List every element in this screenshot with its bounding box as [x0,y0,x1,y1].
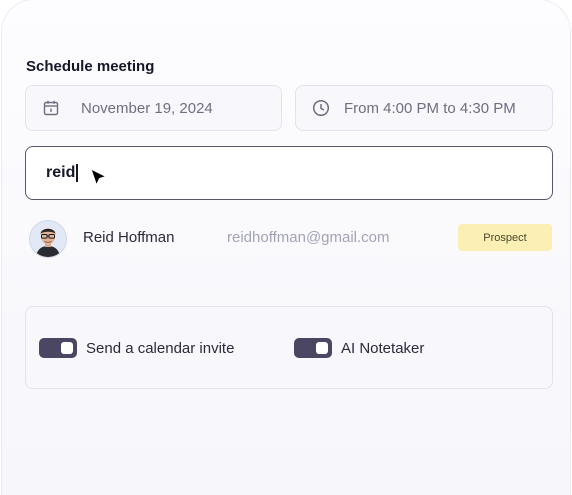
schedule-meeting-card: Schedule meeting November 19, 2024 From … [2,0,570,495]
time-field[interactable]: From 4:00 PM to 4:30 PM [295,85,553,131]
calendar-invite-toggle[interactable] [39,338,77,358]
contact-email: reidhoffman@gmail.com [227,229,390,246]
date-value: November 19, 2024 [81,99,213,117]
notetaker-option: AI Notetaker [294,338,424,358]
contact-result-row[interactable]: Reid Hoffman reidhoffman@gmail.com Prosp… [25,218,553,258]
notetaker-label: AI Notetaker [341,339,425,357]
text-caret [76,164,78,182]
toggle-knob [316,342,328,354]
calendar-invite-option: Send a calendar invite [39,338,234,358]
meeting-options-panel: Send a calendar invite AI Notetaker [25,306,553,389]
calendar-invite-label: Send a calendar invite [86,339,235,357]
calendar-icon [42,99,60,117]
toggle-knob [61,342,73,354]
clock-icon [312,99,330,117]
notetaker-toggle[interactable] [294,338,332,358]
time-value: From 4:00 PM to 4:30 PM [344,99,516,117]
section-title: Schedule meeting [26,58,155,75]
search-input-value: reid [46,164,76,181]
status-badge: Prospect [458,224,552,251]
mouse-pointer-icon [90,168,108,188]
date-field[interactable]: November 19, 2024 [25,85,282,131]
avatar [29,220,67,258]
contact-name: Reid Hoffman [83,229,175,246]
